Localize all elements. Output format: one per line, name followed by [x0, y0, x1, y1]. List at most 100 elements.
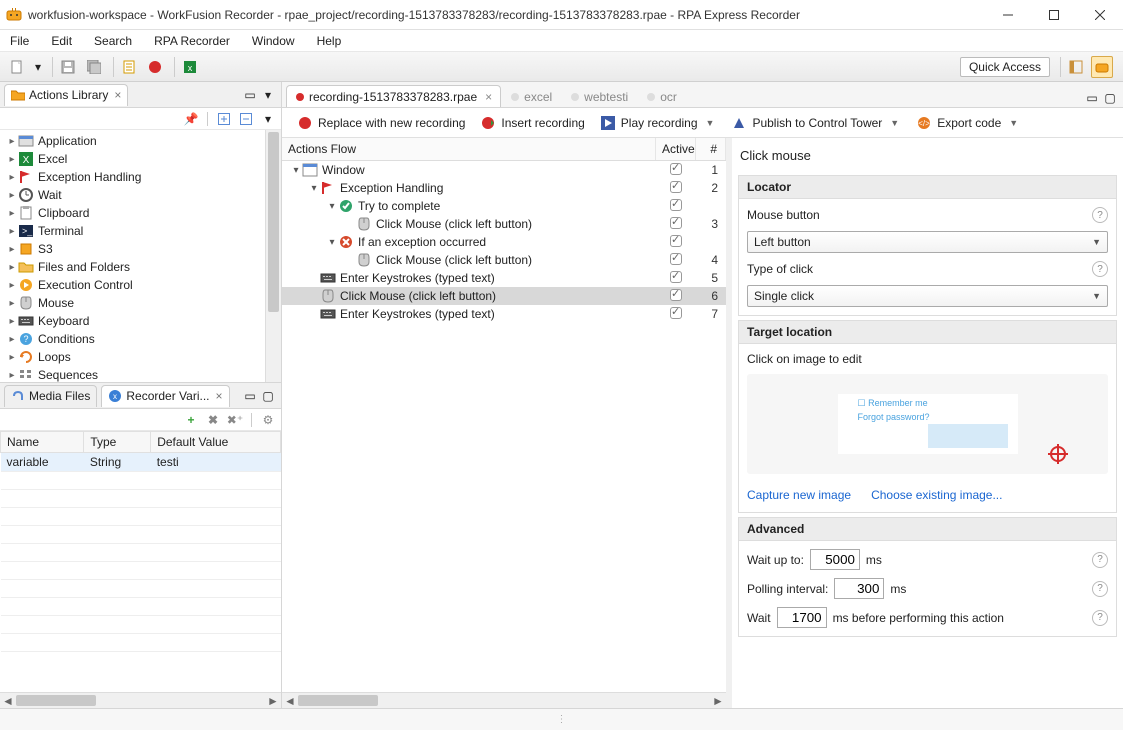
h-scrollbar[interactable]: ◄►: [282, 692, 726, 708]
new-button[interactable]: [6, 56, 28, 78]
expand-icon[interactable]: ▸: [6, 352, 18, 363]
perspective-button-2[interactable]: [1091, 56, 1113, 78]
wait-before-input[interactable]: [777, 607, 827, 628]
flow-tree[interactable]: ▾Window1▾Exception Handling2▾Try to comp…: [282, 161, 726, 692]
editor-tab[interactable]: excel: [501, 85, 561, 107]
vars-col-default[interactable]: Default Value: [151, 432, 281, 453]
editor-tab[interactable]: recording-1513783378283.rpae×: [286, 85, 501, 107]
flow-row[interactable]: Enter Keystrokes (typed text)7: [282, 305, 726, 323]
flow-col-num[interactable]: #: [696, 138, 726, 160]
flow-row[interactable]: Enter Keystrokes (typed text)5: [282, 269, 726, 287]
library-item-conditions[interactable]: ▸?Conditions: [2, 330, 281, 348]
quick-access-button[interactable]: Quick Access: [960, 57, 1050, 77]
minimize-editor-icon[interactable]: ▭: [1083, 89, 1101, 107]
library-item-loops[interactable]: ▸Loops: [2, 348, 281, 366]
maximize-editor-icon[interactable]: ▢: [1101, 89, 1119, 107]
close-button[interactable]: [1077, 0, 1123, 30]
flow-row-active[interactable]: [656, 199, 696, 214]
menu-edit[interactable]: Edit: [47, 32, 76, 50]
minimize-panel-icon[interactable]: ▭: [241, 387, 259, 405]
expand-all-icon[interactable]: [215, 110, 233, 128]
polling-input[interactable]: [834, 578, 884, 599]
editor-tab[interactable]: webtesti: [561, 85, 637, 107]
media-files-tab[interactable]: Media Files: [4, 385, 97, 407]
flow-row[interactable]: ▾If an exception occurred: [282, 233, 726, 251]
publish-button[interactable]: Publish to Control Tower ▼: [726, 114, 907, 132]
close-icon[interactable]: ×: [485, 90, 492, 104]
library-item-keyboard[interactable]: ▸Keyboard: [2, 312, 281, 330]
menu-rpa-recorder[interactable]: RPA Recorder: [150, 32, 234, 50]
maximize-button[interactable]: [1031, 0, 1077, 30]
expand-icon[interactable]: ▾: [326, 237, 338, 248]
flow-row-active[interactable]: [656, 217, 696, 232]
var-row[interactable]: variableStringtesti: [1, 453, 281, 472]
help-icon[interactable]: ?: [1092, 261, 1108, 277]
flow-row-active[interactable]: [656, 163, 696, 178]
expand-icon[interactable]: ▸: [6, 298, 18, 309]
vars-col-name[interactable]: Name: [1, 432, 84, 453]
pin-icon[interactable]: 📌: [182, 110, 200, 128]
save-button[interactable]: [57, 56, 79, 78]
expand-icon[interactable]: ▸: [6, 334, 18, 345]
actions-library-tab[interactable]: Actions Library ×: [4, 84, 128, 106]
collapse-all-icon[interactable]: [237, 110, 255, 128]
export-code-button[interactable]: </> Export code ▼: [911, 114, 1026, 132]
close-icon[interactable]: ×: [114, 88, 121, 102]
flow-row-active[interactable]: [656, 235, 696, 250]
clear-vars-icon[interactable]: ✖⁺: [226, 411, 244, 429]
menu-search[interactable]: Search: [90, 32, 136, 50]
help-icon[interactable]: ?: [1092, 581, 1108, 597]
recorder-vars-tab[interactable]: x Recorder Vari... ×: [101, 385, 229, 407]
dropdown-icon[interactable]: ▼: [888, 118, 901, 128]
vars-settings-icon[interactable]: ⚙: [259, 411, 277, 429]
flow-row[interactable]: ▾Try to complete: [282, 197, 726, 215]
library-item-terminal[interactable]: ▸>_Terminal: [2, 222, 281, 240]
scrollbar[interactable]: [265, 130, 281, 382]
library-item-s3[interactable]: ▸S3: [2, 240, 281, 258]
script-button[interactable]: [118, 56, 140, 78]
help-icon[interactable]: ?: [1092, 552, 1108, 568]
dropdown-icon[interactable]: ▼: [1007, 118, 1020, 128]
maximize-panel-icon[interactable]: ▢: [259, 387, 277, 405]
minimize-button[interactable]: [985, 0, 1031, 30]
vars-table[interactable]: Name Type Default Value variableStringte…: [0, 431, 281, 692]
library-item-files-and-folders[interactable]: ▸Files and Folders: [2, 258, 281, 276]
expand-icon[interactable]: ▸: [6, 262, 18, 273]
library-item-execution-control[interactable]: ▸Execution Control: [2, 276, 281, 294]
library-item-sequences[interactable]: ▸Sequences: [2, 366, 281, 382]
close-icon[interactable]: ×: [216, 389, 223, 403]
flow-row[interactable]: Click Mouse (click left button)4: [282, 251, 726, 269]
expand-icon[interactable]: ▸: [6, 244, 18, 255]
expand-icon[interactable]: ▸: [6, 226, 18, 237]
flow-col-name[interactable]: Actions Flow: [282, 138, 656, 160]
flow-row[interactable]: Click Mouse (click left button)6: [282, 287, 726, 305]
insert-recording-button[interactable]: Insert recording: [475, 114, 590, 132]
flow-row-active[interactable]: [656, 181, 696, 196]
library-item-excel[interactable]: ▸XExcel: [2, 150, 281, 168]
expand-icon[interactable]: ▸: [6, 154, 18, 165]
choose-image-link[interactable]: Choose existing image...: [871, 488, 1002, 502]
expand-icon[interactable]: ▾: [290, 165, 302, 176]
menu-help[interactable]: Help: [313, 32, 346, 50]
vars-col-type[interactable]: Type: [84, 432, 151, 453]
menu-file[interactable]: File: [6, 32, 33, 50]
new-dropdown[interactable]: ▾: [32, 56, 44, 78]
dropdown-icon[interactable]: ▼: [704, 118, 717, 128]
flow-row[interactable]: ▾Exception Handling2: [282, 179, 726, 197]
type-click-select[interactable]: Single click ▼: [747, 285, 1108, 307]
library-item-mouse[interactable]: ▸Mouse: [2, 294, 281, 312]
mouse-button-select[interactable]: Left button ▼: [747, 231, 1108, 253]
panel-menu-icon[interactable]: ▾: [259, 86, 277, 104]
capture-image-link[interactable]: Capture new image: [747, 488, 851, 502]
expand-icon[interactable]: ▸: [6, 316, 18, 327]
h-scrollbar[interactable]: ◄►: [0, 692, 281, 708]
library-item-exception-handling[interactable]: ▸Exception Handling: [2, 168, 281, 186]
library-item-clipboard[interactable]: ▸Clipboard: [2, 204, 281, 222]
actions-library-tree[interactable]: ▸Application▸XExcel▸Exception Handling▸W…: [0, 130, 281, 382]
add-var-icon[interactable]: +: [182, 411, 200, 429]
editor-tab[interactable]: ocr: [637, 85, 686, 107]
flow-row[interactable]: Click Mouse (click left button)3: [282, 215, 726, 233]
delete-var-icon[interactable]: ✖: [204, 411, 222, 429]
minimize-panel-icon[interactable]: ▭: [241, 86, 259, 104]
expand-icon[interactable]: ▾: [308, 183, 320, 194]
